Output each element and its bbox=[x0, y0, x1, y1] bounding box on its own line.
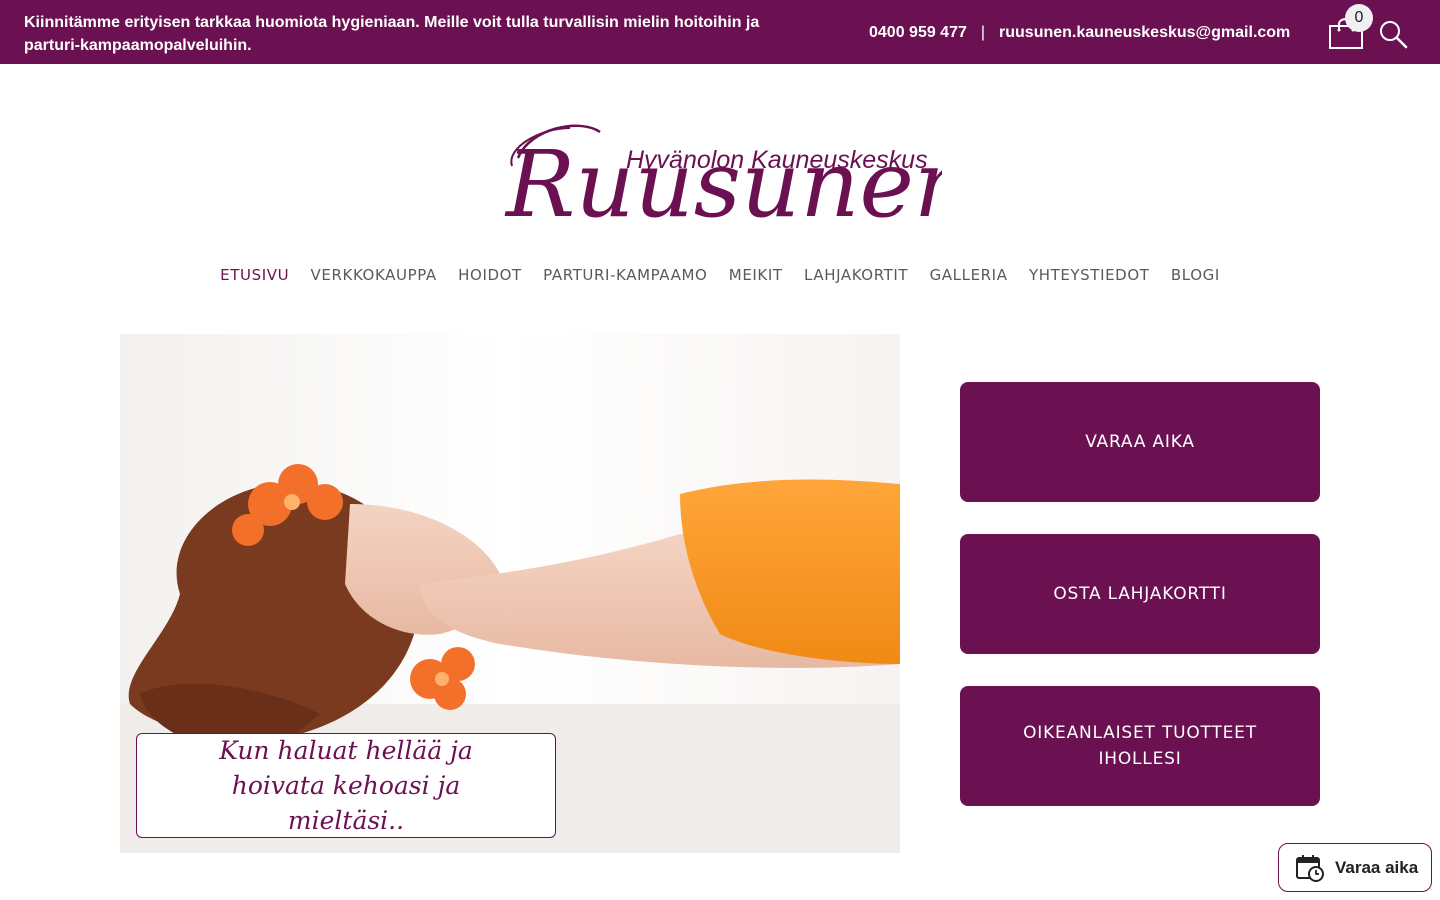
contact-separator: | bbox=[980, 24, 986, 41]
phone-link[interactable]: 0400 959 477 bbox=[869, 24, 967, 41]
hygiene-notice: Kiinnitämme erityisen tarkkaa huomiota h… bbox=[24, 14, 760, 54]
top-bar: Kiinnitämme erityisen tarkkaa huomiota h… bbox=[0, 0, 1440, 64]
buy-giftcard-label: OSTA LAHJAKORTTI bbox=[1053, 584, 1227, 604]
skin-products-button[interactable]: OIKEANLAISET TUOTTEET IHOLLESI bbox=[960, 686, 1320, 806]
main-nav: ETUSIVU VERKKOKAUPPA HOIDOT PARTURI-KAMP… bbox=[0, 266, 1440, 284]
nav-item-blogi[interactable]: BLOGI bbox=[1171, 266, 1220, 284]
nav-item-verkkokauppa[interactable]: VERKKOKAUPPA bbox=[311, 266, 437, 284]
hero-caption-text: Kun haluat hellää ja hoivata kehoasi ja … bbox=[219, 736, 473, 835]
floating-book-label: Varaa aika bbox=[1335, 857, 1419, 877]
skin-products-label: OIKEANLAISET TUOTTEET IHOLLESI bbox=[1023, 723, 1257, 769]
book-appointment-label: VARAA AIKA bbox=[1085, 432, 1195, 452]
calendar-clock-icon bbox=[1296, 854, 1324, 882]
hero-caption: Kun haluat hellää ja hoivata kehoasi ja … bbox=[136, 733, 556, 838]
nav-item-yhteystiedot[interactable]: YHTEYSTIEDOT bbox=[1029, 266, 1150, 284]
nav-item-parturi-kampaamo[interactable]: PARTURI-KAMPAAMO bbox=[543, 266, 707, 284]
email-link[interactable]: ruusunen.kauneuskeskus@gmail.com bbox=[999, 24, 1290, 41]
cart-count-badge: 0 bbox=[1345, 4, 1373, 32]
nav-item-lahjakortit[interactable]: LAHJAKORTIT bbox=[804, 266, 908, 284]
nav-item-galleria[interactable]: GALLERIA bbox=[930, 266, 1008, 284]
buy-giftcard-button[interactable]: OSTA LAHJAKORTTI bbox=[960, 534, 1320, 654]
site-logo[interactable]: Ruusunen Hyvänolon Kauneuskeskus bbox=[500, 118, 942, 228]
logo-tagline: Hyvänolon Kauneuskeskus bbox=[626, 146, 928, 174]
nav-item-etusivu[interactable]: ETUSIVU bbox=[220, 266, 289, 284]
book-appointment-button[interactable]: VARAA AIKA bbox=[960, 382, 1320, 502]
nav-item-hoidot[interactable]: HOIDOT bbox=[458, 266, 522, 284]
contact-info: 0400 959 477 | ruusunen.kauneuskeskus@gmai… bbox=[869, 24, 1290, 42]
search-icon[interactable] bbox=[1378, 19, 1408, 49]
nav-item-meikit[interactable]: MEIKIT bbox=[729, 266, 783, 284]
floating-book-button[interactable]: Varaa aika bbox=[1278, 843, 1432, 892]
